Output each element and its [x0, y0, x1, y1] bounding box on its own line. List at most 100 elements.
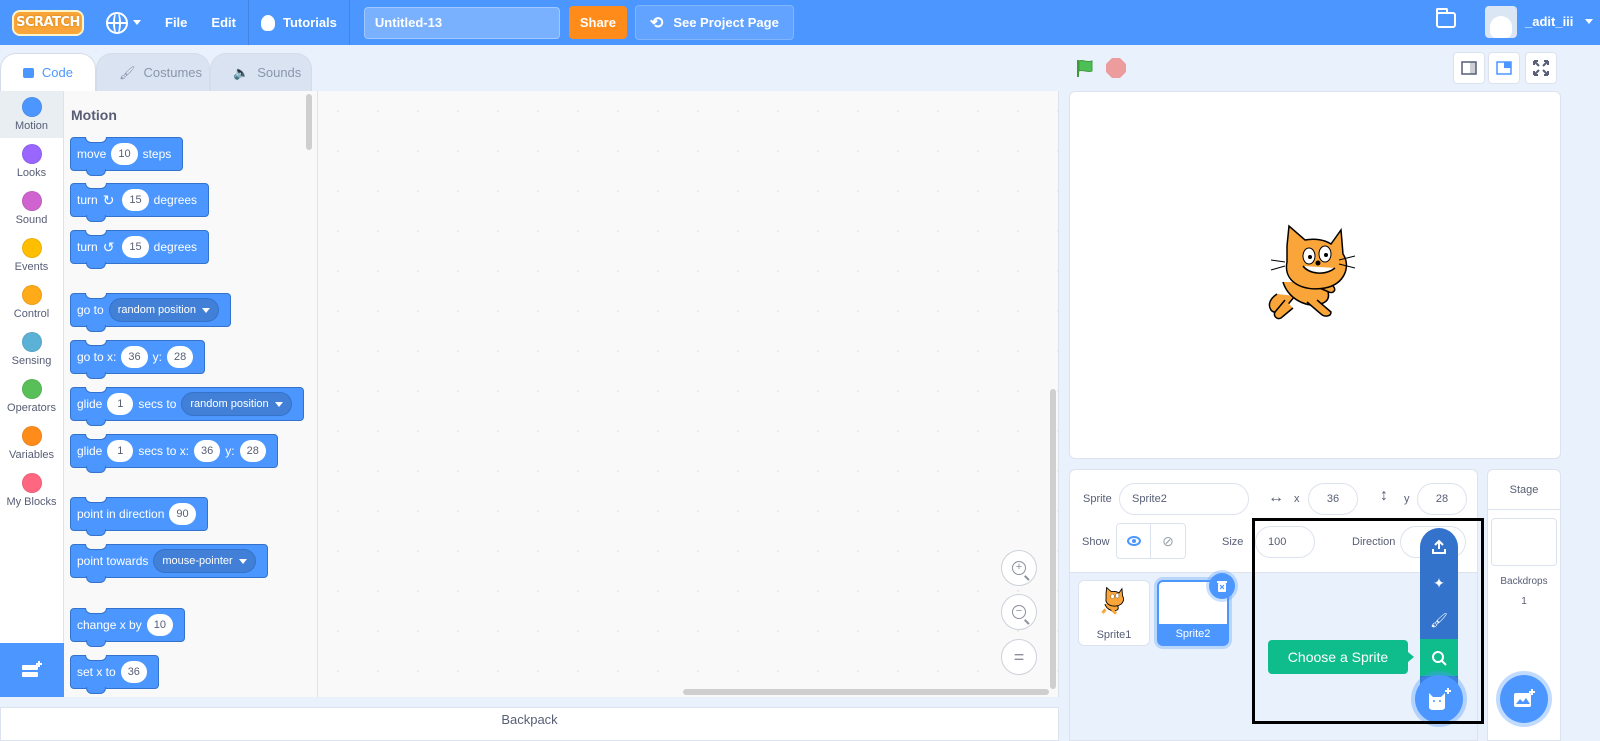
- direction-input[interactable]: 90: [169, 503, 196, 525]
- category-looks[interactable]: Looks: [0, 138, 63, 185]
- zoom-out-button[interactable]: −: [1001, 594, 1037, 630]
- block-turn-left[interactable]: turn ↺ 15 degrees: [70, 230, 210, 269]
- category-motion[interactable]: Motion: [0, 91, 63, 138]
- file-menu[interactable]: File: [153, 0, 199, 45]
- y-input[interactable]: 28: [166, 346, 194, 368]
- show-sprite-button[interactable]: [1117, 524, 1152, 558]
- edit-menu[interactable]: Edit: [199, 0, 248, 45]
- add-extension-button[interactable]: [0, 643, 64, 697]
- caret-down-icon: [133, 20, 141, 25]
- block-glide-xy[interactable]: glide 1 secs to x: 36 y: 28: [70, 434, 278, 473]
- scratch-cat-sprite[interactable]: [1263, 222, 1365, 328]
- zoom-in-button[interactable]: +: [1001, 550, 1037, 586]
- workspace-horizontal-scrollbar[interactable]: [683, 689, 1049, 695]
- stage-canvas[interactable]: [1069, 91, 1561, 459]
- towards-target-dropdown[interactable]: mouse-pointer: [153, 549, 256, 573]
- block-glide-to[interactable]: glide 1 secs to random position: [70, 387, 304, 426]
- dropdown-arrow-icon: [238, 558, 247, 564]
- delete-sprite-button[interactable]: [1209, 573, 1235, 599]
- block-text: go to x:: [77, 350, 117, 364]
- my-stuff-folder-icon[interactable]: [1436, 8, 1456, 28]
- category-menu: Motion Looks Sound Events Control Sensin…: [0, 91, 64, 651]
- x-label: x: [1294, 493, 1300, 505]
- sprite-name-input[interactable]: [1119, 483, 1249, 515]
- choose-backdrop-button[interactable]: [1500, 675, 1548, 723]
- change-x-input[interactable]: 10: [146, 614, 173, 636]
- category-variables[interactable]: Variables: [0, 420, 63, 467]
- rotate-counterclockwise-icon: ↺: [102, 238, 115, 255]
- tab-costumes[interactable]: 🖌 Costumes: [96, 53, 210, 91]
- y-position-input[interactable]: 28: [1417, 483, 1467, 515]
- block-turn-right[interactable]: turn ↻ 15 degrees: [70, 183, 210, 222]
- secs-input[interactable]: 1: [107, 440, 134, 462]
- operators-dot-icon: [21, 379, 42, 399]
- menu-divider: [348, 0, 350, 45]
- category-label: Sensing: [11, 355, 52, 367]
- backdrop-thumbnail[interactable]: [1491, 518, 1557, 566]
- language-menu[interactable]: [94, 0, 153, 45]
- category-sound[interactable]: Sound: [0, 185, 63, 232]
- block-text: go to: [77, 303, 104, 317]
- block-set-x-to[interactable]: set x to 36: [70, 655, 159, 694]
- category-operators[interactable]: Operators: [0, 373, 63, 420]
- highlight-annotation-box: [1252, 518, 1484, 724]
- account-caret-icon[interactable]: [1585, 19, 1593, 24]
- share-button[interactable]: Share: [568, 6, 627, 39]
- hide-sprite-button[interactable]: ⊘: [1151, 524, 1185, 558]
- palette-scrollbar[interactable]: [306, 94, 312, 150]
- x-input[interactable]: 36: [194, 440, 221, 462]
- fullscreen-button[interactable]: [1525, 52, 1557, 84]
- sound-dot-icon: [21, 191, 42, 211]
- steps-input[interactable]: 10: [111, 143, 138, 165]
- see-project-page-button[interactable]: ⟲ See Project Page: [634, 5, 794, 40]
- username[interactable]: _adit_iii: [1525, 14, 1573, 29]
- backdrops-label: Backdrops: [1500, 576, 1548, 587]
- zoom-reset-button[interactable]: =: [1001, 639, 1037, 675]
- block-go-to-xy[interactable]: go to x: 36 y: 28: [70, 340, 206, 379]
- tutorials-button[interactable]: Tutorials: [249, 0, 349, 45]
- user-avatar[interactable]: [1485, 6, 1517, 38]
- set-x-input[interactable]: 36: [120, 661, 147, 683]
- degrees-input[interactable]: 15: [122, 236, 149, 258]
- block-text: set x to: [77, 665, 116, 679]
- category-label: Sound: [15, 214, 48, 226]
- glide-target-dropdown[interactable]: random position: [181, 392, 292, 416]
- block-point-in-direction[interactable]: point in direction 90: [70, 497, 208, 536]
- project-title-input[interactable]: [363, 6, 560, 39]
- x-input[interactable]: 36: [121, 346, 148, 368]
- stop-icon[interactable]: [1106, 58, 1126, 78]
- scratch-logo[interactable]: SCRATCH: [12, 9, 84, 36]
- y-label: y: [1404, 493, 1410, 505]
- backdrop-add-icon: [1514, 689, 1535, 707]
- category-events[interactable]: Events: [0, 232, 63, 279]
- block-change-x-by[interactable]: change x by 10: [70, 608, 185, 647]
- y-input[interactable]: 28: [239, 440, 266, 462]
- sprite-tile-sprite1[interactable]: Sprite1: [1078, 580, 1150, 646]
- category-sensing[interactable]: Sensing: [0, 326, 63, 373]
- script-workspace[interactable]: + − =: [318, 91, 1059, 697]
- normal-stage-icon: [1496, 61, 1512, 75]
- small-stage-button[interactable]: [1453, 52, 1485, 84]
- block-point-towards[interactable]: point towards mouse-pointer: [70, 544, 268, 583]
- backpack[interactable]: Backpack: [0, 707, 1059, 741]
- brush-icon: 🖌: [119, 64, 136, 80]
- block-go-to[interactable]: go to random position: [70, 293, 231, 332]
- x-position-input[interactable]: 36: [1308, 483, 1358, 515]
- block-text: glide: [77, 444, 103, 458]
- normal-stage-button[interactable]: [1488, 52, 1520, 84]
- degrees-input[interactable]: 15: [122, 189, 149, 211]
- block-text: secs to x:: [138, 444, 190, 458]
- tab-code[interactable]: Code: [0, 53, 96, 91]
- sensing-dot-icon: [21, 332, 42, 352]
- block-move-steps[interactable]: move 10 steps: [70, 137, 184, 176]
- add-extension-icon: [22, 661, 42, 677]
- category-control[interactable]: Control: [0, 279, 63, 326]
- secs-input[interactable]: 1: [107, 393, 134, 415]
- workspace-vertical-scrollbar[interactable]: [1050, 389, 1056, 689]
- block-text: y:: [152, 350, 162, 364]
- tab-sounds[interactable]: 🔈 Sounds: [210, 53, 312, 91]
- block-text: secs to: [138, 397, 177, 411]
- green-flag-icon[interactable]: [1075, 58, 1095, 78]
- goto-target-dropdown[interactable]: random position: [108, 298, 219, 322]
- category-my-blocks[interactable]: My Blocks: [0, 467, 63, 514]
